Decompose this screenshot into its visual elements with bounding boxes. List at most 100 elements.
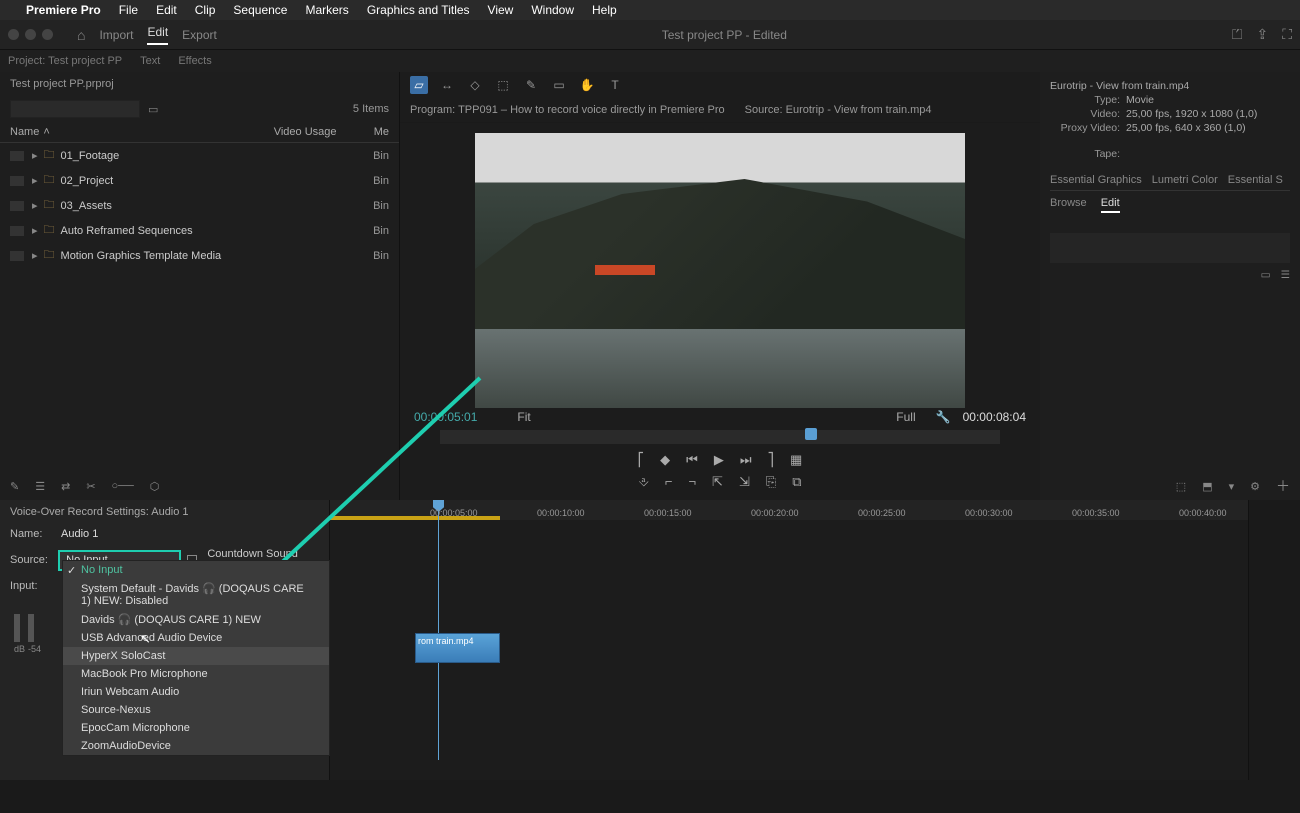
- expand-icon[interactable]: ▸: [32, 224, 38, 237]
- rect-icon[interactable]: ▭: [550, 76, 568, 94]
- menu-help[interactable]: Help: [592, 3, 617, 17]
- slip-icon[interactable]: ○──: [112, 480, 134, 492]
- opt-macbook-mic[interactable]: MacBook Pro Microphone: [63, 665, 329, 683]
- track-select-icon[interactable]: ☰: [35, 480, 45, 493]
- mark-out-icon[interactable]: ⎤: [768, 452, 775, 468]
- razor-icon[interactable]: ✂: [86, 480, 95, 493]
- col-usage[interactable]: Video Usage: [274, 126, 374, 138]
- step-fwd-icon[interactable]: ⏭: [740, 452, 752, 468]
- timeline-playhead[interactable]: [438, 500, 439, 760]
- settings-icon[interactable]: ⚙: [1250, 480, 1260, 493]
- export-frame-icon[interactable]: ⎘: [766, 474, 776, 490]
- tab-essential-graphics[interactable]: Essential Graphics: [1050, 174, 1142, 186]
- mark-in-icon[interactable]: ⎡: [638, 452, 645, 468]
- row-checkbox[interactable]: [10, 151, 24, 161]
- tab-project[interactable]: Project: Test project PP: [8, 55, 122, 67]
- insert-icon[interactable]: ⎀: [638, 474, 648, 490]
- add-button-icon[interactable]: ＋: [1276, 476, 1290, 496]
- hand-icon[interactable]: ✋: [578, 76, 596, 94]
- tab-export[interactable]: Export: [182, 28, 217, 42]
- opt-usb-audio[interactable]: USB Advanced Audio Device: [63, 629, 329, 647]
- extract-icon[interactable]: ⇲: [739, 474, 750, 490]
- source-tab[interactable]: Source: Eurotrip - View from train.mp4: [745, 104, 932, 116]
- project-row[interactable]: ▸🗀02_ProjectBin: [0, 168, 399, 193]
- opt-iriun-webcam[interactable]: Iriun Webcam Audio: [63, 683, 329, 701]
- expand-icon[interactable]: ▸: [32, 199, 38, 212]
- step-back-icon[interactable]: ⏮: [686, 452, 698, 468]
- out-bracket-icon[interactable]: ¬: [688, 474, 696, 490]
- col-name[interactable]: Name: [10, 126, 39, 138]
- link-icon[interactable]: ⬒: [1202, 480, 1212, 493]
- row-checkbox[interactable]: [10, 226, 24, 236]
- opt-epoccam[interactable]: EpocCam Microphone: [63, 719, 329, 737]
- hand-alt-icon[interactable]: ↔: [438, 76, 456, 94]
- opt-zoom-audio[interactable]: ZoomAudioDevice: [63, 737, 329, 755]
- menu-view[interactable]: View: [488, 3, 514, 17]
- project-row[interactable]: ▸🗀01_FootageBin: [0, 143, 399, 168]
- resolution-full[interactable]: Full: [896, 410, 915, 424]
- zoom-fit[interactable]: Fit: [517, 410, 530, 424]
- expand-icon[interactable]: ▸: [32, 249, 38, 262]
- ripple-icon[interactable]: ⇄: [61, 480, 70, 493]
- select-tool-icon[interactable]: ✎: [10, 480, 19, 493]
- opt-hyperx-solocast[interactable]: HyperX SoloCast: [63, 647, 329, 665]
- home-icon[interactable]: ⌂: [77, 27, 85, 43]
- row-checkbox[interactable]: [10, 251, 24, 261]
- tab-text[interactable]: Text: [140, 55, 160, 67]
- menu-file[interactable]: File: [119, 3, 138, 17]
- tab-lumetri[interactable]: Lumetri Color: [1152, 174, 1218, 186]
- menu-clip[interactable]: Clip: [195, 3, 216, 17]
- window-controls[interactable]: [8, 29, 53, 40]
- compare-icon[interactable]: ⧉: [792, 474, 801, 490]
- project-row[interactable]: ▸🗀03_AssetsBin: [0, 193, 399, 218]
- program-tab[interactable]: Program: TPP091 – How to record voice di…: [410, 104, 725, 116]
- timeline-ruler[interactable]: 00:00:05:00 00:00:10:00 00:00:15:00 00:0…: [330, 500, 1248, 520]
- snap-icon[interactable]: ⬚: [1176, 480, 1186, 493]
- playhead-marker[interactable]: [805, 428, 817, 440]
- pen-icon[interactable]: ✎: [522, 76, 540, 94]
- group-icon[interactable]: ☰: [1281, 269, 1290, 281]
- menu-sequence[interactable]: Sequence: [233, 3, 287, 17]
- timeline-clip[interactable]: rom train.mp4: [415, 633, 500, 663]
- share-icon[interactable]: ⇪: [1256, 26, 1268, 43]
- marker-tool-icon[interactable]: ▾: [1229, 480, 1235, 493]
- expand-icon[interactable]: ▸: [32, 174, 38, 187]
- lift-icon[interactable]: ⇱: [712, 474, 723, 490]
- opt-system-default[interactable]: System Default - Davids 🎧 (DOQAUS CARE 1…: [63, 579, 329, 610]
- opt-source-nexus[interactable]: Source-Nexus: [63, 701, 329, 719]
- menu-graphics[interactable]: Graphics and Titles: [367, 3, 470, 17]
- tab-effects[interactable]: Effects: [178, 55, 211, 67]
- pen-tool-icon[interactable]: ⬡: [150, 480, 160, 493]
- tab-essential-sound[interactable]: Essential S: [1228, 174, 1283, 186]
- selection-tool-icon[interactable]: ▱: [410, 76, 428, 94]
- wrench-icon[interactable]: 🔧: [936, 410, 951, 424]
- add-marker-icon[interactable]: ◆: [660, 452, 670, 468]
- crop-icon[interactable]: ⬚: [494, 76, 512, 94]
- menu-edit[interactable]: Edit: [156, 3, 177, 17]
- type-icon[interactable]: T: [606, 76, 624, 94]
- video-preview[interactable]: [475, 133, 965, 408]
- col-me[interactable]: Me: [374, 126, 389, 138]
- timecode-current[interactable]: 00:00:05:01: [414, 410, 477, 424]
- rotate-icon[interactable]: ◇: [466, 76, 484, 94]
- tab-edit[interactable]: Edit: [147, 25, 168, 45]
- play-icon[interactable]: ▶: [714, 452, 724, 468]
- subtab-edit[interactable]: Edit: [1101, 197, 1120, 213]
- tab-import[interactable]: Import: [99, 28, 133, 42]
- app-name[interactable]: Premiere Pro: [26, 3, 101, 17]
- opt-davids-doqaus[interactable]: Davids 🎧 (DOQAUS CARE 1) NEW: [63, 610, 329, 629]
- expand-icon[interactable]: ▸: [32, 149, 38, 162]
- project-search-input[interactable]: [10, 100, 140, 118]
- opt-no-input[interactable]: No Input: [63, 561, 329, 579]
- new-layer-icon[interactable]: ▭: [1261, 269, 1271, 281]
- safe-margins-icon[interactable]: ▦: [790, 452, 802, 468]
- row-checkbox[interactable]: [10, 201, 24, 211]
- fullscreen-icon[interactable]: ⛶: [1282, 26, 1292, 43]
- vo-name-value[interactable]: Audio 1: [61, 528, 98, 540]
- row-checkbox[interactable]: [10, 176, 24, 186]
- in-bracket-icon[interactable]: ⌐: [665, 474, 673, 490]
- quickexport-icon[interactable]: ⏍: [1232, 26, 1243, 43]
- scrub-bar[interactable]: [440, 430, 1000, 444]
- subtab-browse[interactable]: Browse: [1050, 197, 1087, 213]
- menu-markers[interactable]: Markers: [305, 3, 348, 17]
